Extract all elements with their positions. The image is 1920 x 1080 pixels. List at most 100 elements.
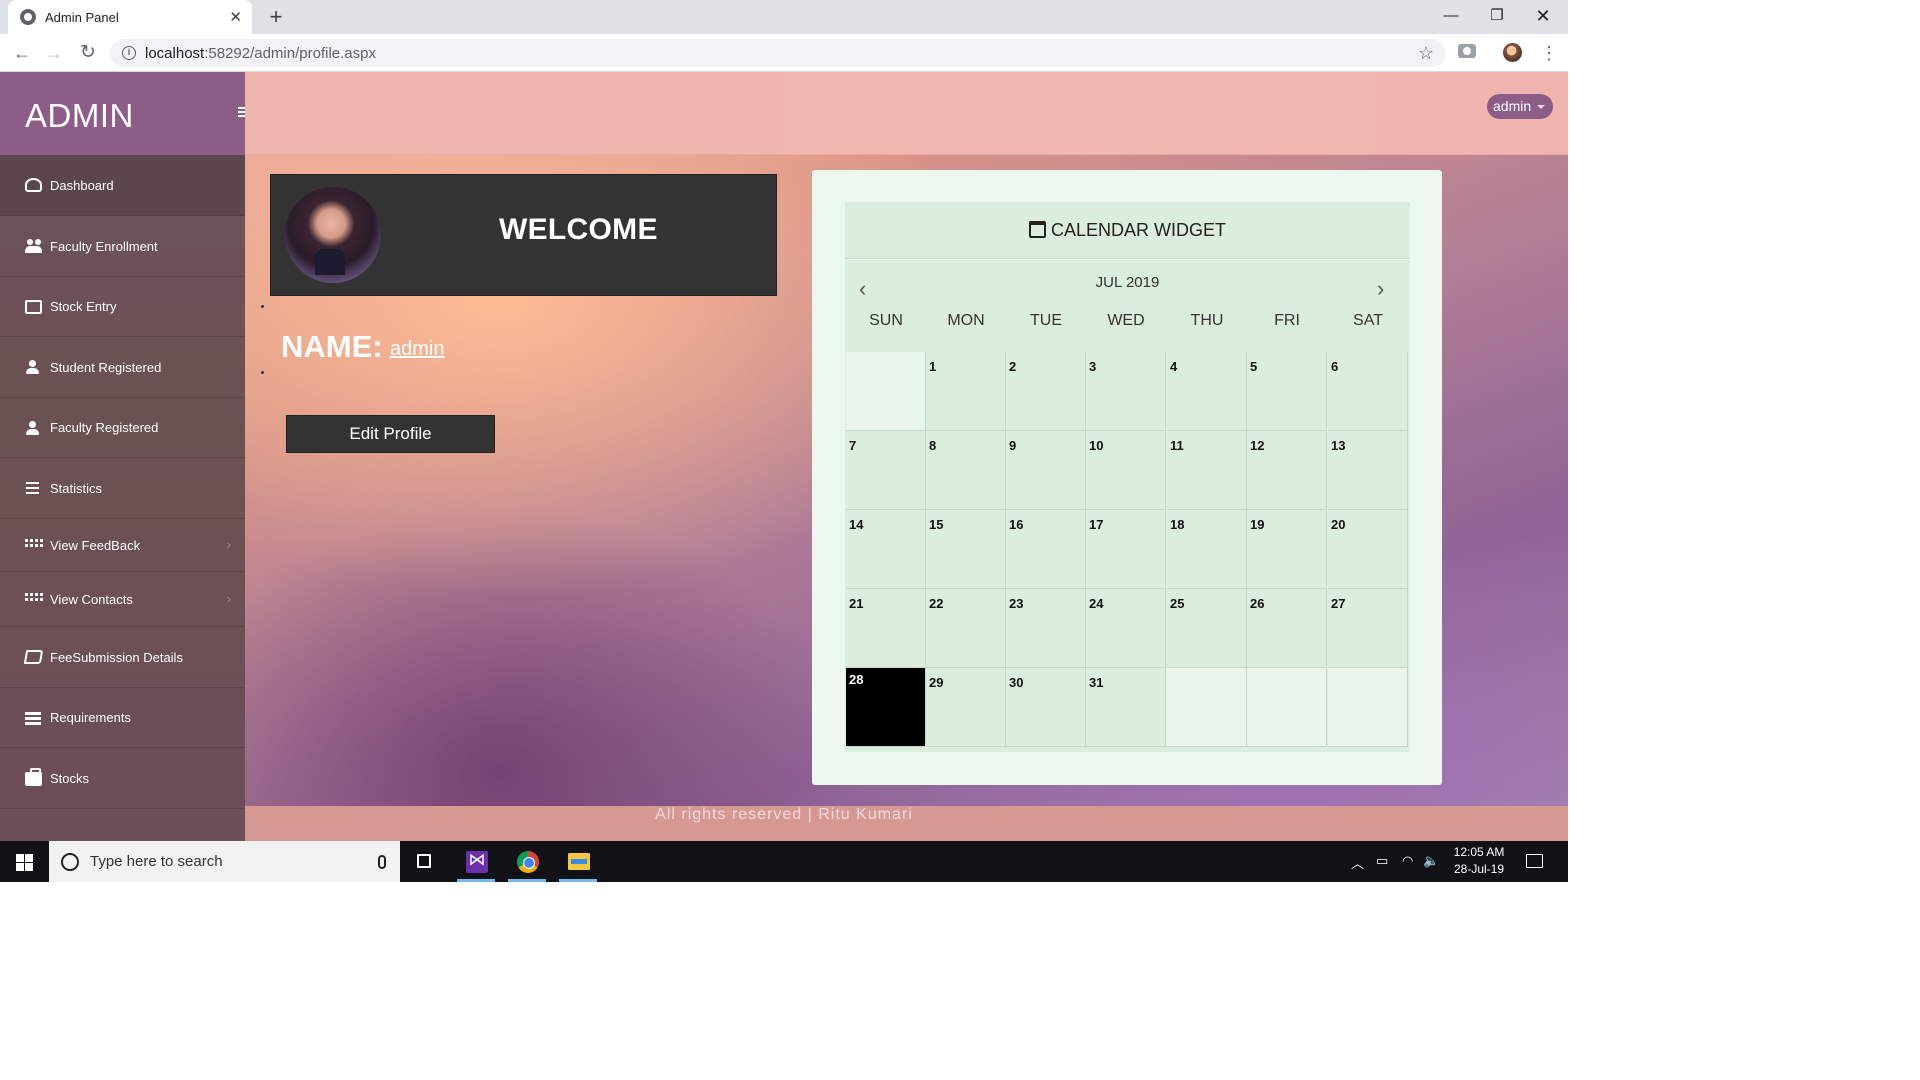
window-close-button[interactable]: ✕ (1520, 0, 1566, 34)
calendar-day[interactable]: 1 (926, 352, 1006, 431)
calendar-day[interactable]: 20 (1328, 510, 1408, 589)
reload-button[interactable]: ↻ (75, 40, 101, 66)
battery-icon[interactable]: ▭ (1376, 853, 1388, 869)
calendar-day[interactable]: 5 (1247, 352, 1327, 431)
calendar-day[interactable]: 26 (1247, 589, 1327, 668)
name-link[interactable]: admin (390, 338, 444, 361)
calendar-empty-cell (846, 352, 926, 431)
sidebar-item-faculty-registered[interactable]: Faculty Registered (0, 398, 245, 458)
calendar-day[interactable]: 19 (1247, 510, 1327, 589)
url-text[interactable]: localhost:58292/admin/profile.aspx (145, 45, 1418, 62)
forward-button[interactable]: → (41, 40, 67, 66)
calendar-day[interactable]: 27 (1328, 589, 1408, 668)
sidebar-item-label: Student Registered (50, 359, 162, 375)
wifi-icon[interactable]: ◠ (1402, 853, 1413, 869)
sidebar-item-label: FeeSubmission Details (50, 649, 183, 665)
calendar-day[interactable]: 18 (1167, 510, 1247, 589)
calendar-day[interactable]: 13 (1328, 431, 1408, 510)
calendar-day[interactable]: 30 (1006, 668, 1086, 747)
sidebar-item-dashboard[interactable]: Dashboard (0, 155, 245, 216)
profile-avatar-icon[interactable] (1503, 43, 1522, 62)
calendar-day[interactable]: 11 (1167, 431, 1247, 510)
top-header: admin (245, 72, 1568, 155)
footer-text: All rights reserved | Ritu Kumari (655, 806, 913, 823)
bookmark-star-icon[interactable]: ☆ (1418, 43, 1434, 64)
calendar-day[interactable]: 3 (1086, 352, 1166, 431)
grid-icon (25, 538, 42, 552)
calendar-day[interactable]: 10 (1086, 431, 1166, 510)
calendar-day-today[interactable]: 28 (846, 668, 926, 747)
sidebar-item-requirements[interactable]: Requirements (0, 688, 245, 748)
calendar-empty-cell (1167, 668, 1247, 747)
taskbar-clock[interactable]: 12:05 AM 28-Jul-19 (1440, 844, 1518, 878)
sidebar-item-label: View FeedBack (50, 537, 141, 553)
start-button[interactable] (0, 841, 48, 882)
volume-icon[interactable]: 🔈 (1423, 853, 1439, 869)
chrome-taskbar-app[interactable] (504, 841, 550, 882)
chevron-right-icon[interactable]: › (1377, 276, 1384, 302)
sidebar-item-student-registered[interactable]: Student Registered (0, 337, 245, 398)
file-explorer-taskbar-app[interactable] (555, 841, 601, 882)
sidebar-item-view-contacts[interactable]: View Contacts › (0, 572, 245, 627)
chevron-right-icon: › (226, 537, 231, 552)
browser-tab[interactable]: Admin Panel ✕ (8, 0, 252, 34)
calendar-day[interactable]: 6 (1328, 352, 1408, 431)
sidebar-item-label: Stock Entry (50, 299, 117, 314)
calendar-day[interactable]: 2 (1006, 352, 1086, 431)
calendar-day[interactable]: 9 (1006, 431, 1086, 510)
calendar-day[interactable]: 29 (926, 668, 1006, 747)
calendar-day[interactable]: 15 (926, 510, 1006, 589)
taskbar-search-input[interactable]: Type here to search (49, 841, 400, 882)
calendar-grid: 1 2 3 4 5 6 7 8 9 10 11 12 13 14 15 16 17 18 19 20 21 22 23 24 2… (846, 352, 1410, 750)
tray-chevron-up-icon[interactable]: ︿ (1351, 853, 1364, 872)
calendar-day[interactable]: 31 (1086, 668, 1166, 747)
url-path: :58292/admin/profile.aspx (204, 44, 376, 62)
user-icon (25, 360, 42, 374)
divider-mark (261, 305, 264, 308)
calendar-day[interactable]: 16 (1006, 510, 1086, 589)
brand-title: ADMIN (25, 97, 134, 134)
calendar-day[interactable]: 22 (926, 589, 1006, 668)
list-icon (25, 711, 42, 725)
tab-close-icon[interactable]: ✕ (229, 8, 242, 26)
back-button[interactable]: ← (9, 40, 35, 66)
window-restore-button[interactable]: ❐ (1474, 0, 1520, 34)
windows-logo-icon (16, 854, 24, 862)
calendar-day[interactable]: 7 (846, 431, 926, 510)
info-icon[interactable]: i (122, 46, 136, 60)
edit-profile-button[interactable]: Edit Profile (286, 415, 495, 453)
task-view-button[interactable] (401, 841, 447, 882)
new-tab-button[interactable]: + (263, 4, 289, 30)
clock-time: 12:05 AM (1453, 845, 1505, 859)
weekday-header: FRI (1274, 312, 1300, 329)
sidebar-item-stock-entry[interactable]: Stock Entry (0, 277, 245, 337)
microphone-icon[interactable] (378, 854, 386, 869)
visual-studio-taskbar-app[interactable] (453, 841, 499, 882)
camera-icon[interactable] (1458, 44, 1476, 58)
bars-icon (25, 481, 42, 495)
calendar-day[interactable]: 14 (846, 510, 926, 589)
address-bar[interactable]: i localhost:58292/admin/profile.aspx ☆ (110, 39, 1446, 67)
calendar-day[interactable]: 4 (1167, 352, 1247, 431)
calendar-day[interactable]: 21 (846, 589, 926, 668)
calendar-day[interactable]: 12 (1247, 431, 1327, 510)
weekday-header: WED (1107, 312, 1145, 329)
browser-menu-icon[interactable]: ⋮ (1540, 40, 1558, 66)
window-minimize-button[interactable]: — (1428, 0, 1474, 34)
weekday-header: TUE (1030, 312, 1062, 329)
calendar-day[interactable]: 17 (1086, 510, 1166, 589)
calendar-day[interactable]: 24 (1086, 589, 1166, 668)
user-dropdown-button[interactable]: admin (1487, 94, 1554, 119)
sidebar-item-faculty-enrollment[interactable]: Faculty Enrollment (0, 216, 245, 277)
calendar-day[interactable]: 23 (1006, 589, 1086, 668)
tab-title: Admin Panel (45, 9, 119, 25)
sidebar-item-stocks[interactable]: Stocks (0, 748, 245, 809)
sidebar-item-statistics[interactable]: Statistics (0, 458, 245, 519)
calendar-day[interactable]: 8 (926, 431, 1006, 510)
calendar-day[interactable]: 25 (1167, 589, 1247, 668)
sidebar-item-feesubmission-details[interactable]: FeeSubmission Details (0, 627, 245, 688)
sidebar-item-view-feedback[interactable]: View FeedBack › (0, 519, 245, 572)
notification-icon[interactable] (1526, 854, 1543, 868)
chevron-left-icon[interactable]: ‹ (859, 276, 866, 302)
page-content: ADMIN Dashboard Faculty Enrollment Stock… (0, 72, 1568, 841)
